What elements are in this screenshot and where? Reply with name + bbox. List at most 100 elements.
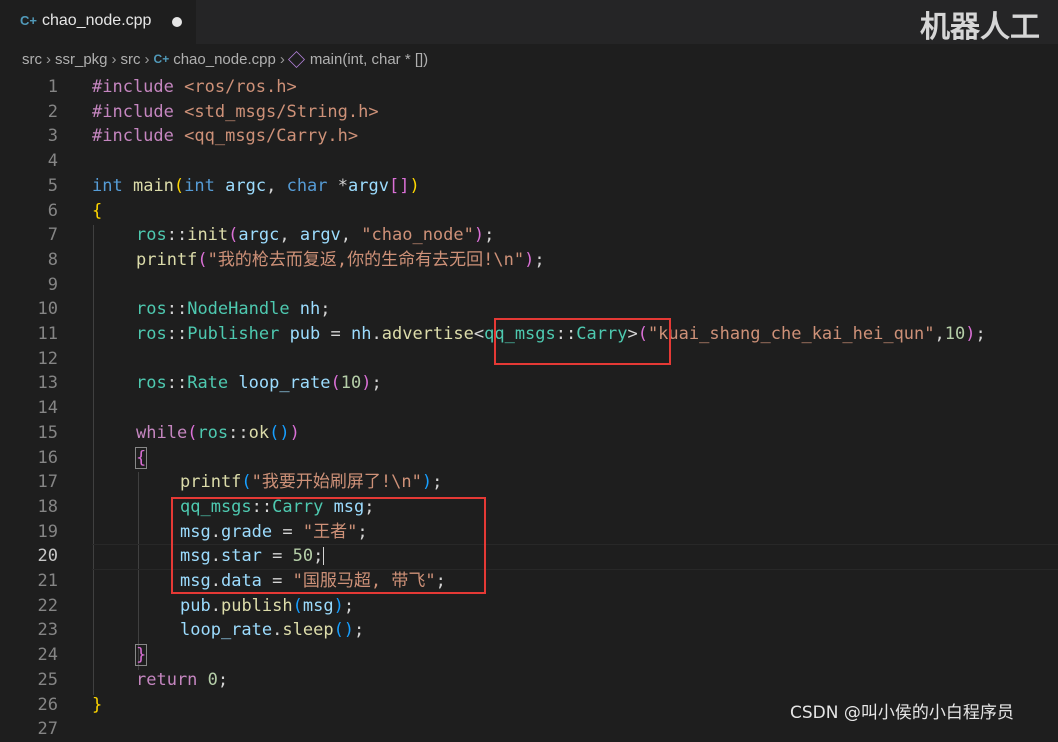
- code-token: loop_rate: [180, 620, 273, 641]
- code-token: (): [333, 620, 355, 641]
- line-number: 24: [37, 645, 58, 666]
- code-line: 5 int main(int argc, char *argv[]): [0, 174, 1058, 199]
- line-number: 18: [37, 496, 58, 517]
- code-token: .: [272, 620, 283, 641]
- code-token: argc: [238, 225, 280, 246]
- code-token: return: [136, 669, 198, 690]
- tab-chao-node-cpp[interactable]: C+ chao_node.cpp: [0, 0, 196, 44]
- code-line: 15 while(ros::ok()): [0, 421, 1058, 446]
- code-token: .: [210, 595, 221, 616]
- line-number: 5: [47, 175, 58, 196]
- tab-filename: chao_node.cpp: [42, 12, 152, 29]
- line-number: 10: [37, 299, 58, 320]
- code-token: ;: [217, 669, 229, 690]
- line-number: 11: [37, 324, 58, 344]
- code-token: ;: [484, 225, 495, 246]
- breadcrumb-src-2[interactable]: src: [121, 51, 141, 68]
- line-number: 8: [47, 249, 58, 270]
- line-number: 14: [37, 398, 58, 419]
- breadcrumb-symbol[interactable]: main(int, char * []): [310, 51, 428, 68]
- code-line: 8 printf("我的枪去而复返,你的生命有去无回!\n");: [0, 248, 1058, 273]
- tab-bar: C+ chao_node.cpp: [0, 0, 1058, 44]
- code-token: (: [187, 422, 198, 443]
- highlight-box-msg-fields: [171, 497, 486, 594]
- code-token: =: [320, 324, 351, 344]
- code-token: int: [92, 175, 123, 196]
- breadcrumb-src[interactable]: src: [22, 51, 42, 68]
- cpp-file-icon: C+: [153, 52, 170, 67]
- code-token: <ros/ros.h>: [184, 77, 297, 97]
- line-number: 21: [37, 571, 58, 591]
- line-number: 16: [37, 447, 58, 468]
- code-token: {: [92, 200, 103, 221]
- code-token: printf: [180, 472, 242, 493]
- code-token: (: [330, 373, 341, 394]
- code-token: char: [286, 175, 328, 196]
- code-token: advertise: [381, 324, 474, 344]
- line-number: 22: [37, 595, 58, 616]
- code-token: ros: [136, 373, 167, 394]
- chevron-right-icon: ›: [279, 50, 285, 68]
- code-token: #include: [92, 126, 174, 147]
- code-token: Rate: [187, 373, 229, 394]
- code-token: #include: [92, 101, 174, 122]
- code-token: 10: [340, 373, 362, 394]
- code-token: ;: [975, 324, 986, 344]
- code-token: ): [409, 175, 420, 196]
- breadcrumb-ssr-pkg[interactable]: ssr_pkg: [55, 51, 108, 68]
- code-line: 17 printf("我要开始刷屏了!\n");: [0, 470, 1058, 495]
- code-token: "chao_node": [361, 225, 474, 246]
- code-line: 6{: [0, 199, 1058, 224]
- code-token: ;: [320, 299, 331, 320]
- code-line: 7 ros::init(argc, argv, "chao_node");: [0, 223, 1058, 248]
- code-token: ,: [340, 225, 362, 246]
- code-token: }: [92, 694, 103, 715]
- watermark-top: 机器人工: [920, 10, 1040, 45]
- code-token: *: [327, 175, 349, 196]
- code-token: (: [292, 595, 303, 616]
- code-line: 22 pub.publish(msg);: [0, 594, 1058, 619]
- method-cube-icon: [287, 50, 305, 68]
- line-number: 20: [37, 546, 58, 567]
- code-token: Publisher: [187, 324, 280, 344]
- line-number: 6: [47, 200, 58, 221]
- code-token: ::: [166, 324, 188, 344]
- code-token: NodeHandle: [187, 299, 290, 320]
- code-token: ros: [197, 422, 229, 443]
- unsaved-dot-icon[interactable]: [172, 17, 182, 27]
- code-token: ): [289, 422, 300, 443]
- code-token: (): [269, 422, 290, 443]
- code-line: 2 #include <std_msgs/String.h>: [0, 100, 1058, 125]
- line-number: 27: [37, 719, 58, 740]
- line-number: 3: [47, 126, 58, 147]
- code-token: []: [388, 175, 410, 196]
- chevron-right-icon: ›: [144, 50, 150, 68]
- code-token: ): [333, 595, 344, 616]
- code-token: ): [965, 324, 976, 344]
- code-token: <: [473, 324, 485, 344]
- code-token: printf: [136, 249, 198, 270]
- code-token: (: [197, 249, 208, 270]
- code-token: "kuai_shang_che_kai_hei_qun": [647, 324, 935, 344]
- code-token: nh: [289, 299, 321, 320]
- breadcrumb: src › ssr_pkg › src › C+ chao_node.cpp › main(int…: [22, 50, 428, 72]
- code-token: int: [184, 175, 215, 196]
- line-number: 9: [47, 274, 58, 295]
- code-token: ): [361, 373, 372, 394]
- code-token: ros: [136, 324, 167, 344]
- line-number: 12: [37, 348, 58, 369]
- breadcrumb-file[interactable]: chao_node.cpp: [173, 51, 276, 68]
- code-token: <std_msgs/String.h>: [184, 101, 379, 122]
- code-line: 4: [0, 149, 1058, 174]
- code-token: (: [173, 175, 185, 196]
- line-number: 23: [37, 620, 58, 641]
- code-token: ;: [371, 373, 382, 394]
- line-number: 1: [47, 77, 58, 97]
- code-token: ::: [166, 299, 188, 320]
- line-number: 13: [37, 373, 58, 394]
- line-number: 17: [37, 472, 58, 493]
- highlight-box-template-arg: [494, 318, 671, 365]
- code-token: sleep: [282, 620, 334, 641]
- chevron-right-icon: ›: [111, 50, 117, 68]
- code-line: 19 msg.grade = "王者";: [0, 520, 1058, 545]
